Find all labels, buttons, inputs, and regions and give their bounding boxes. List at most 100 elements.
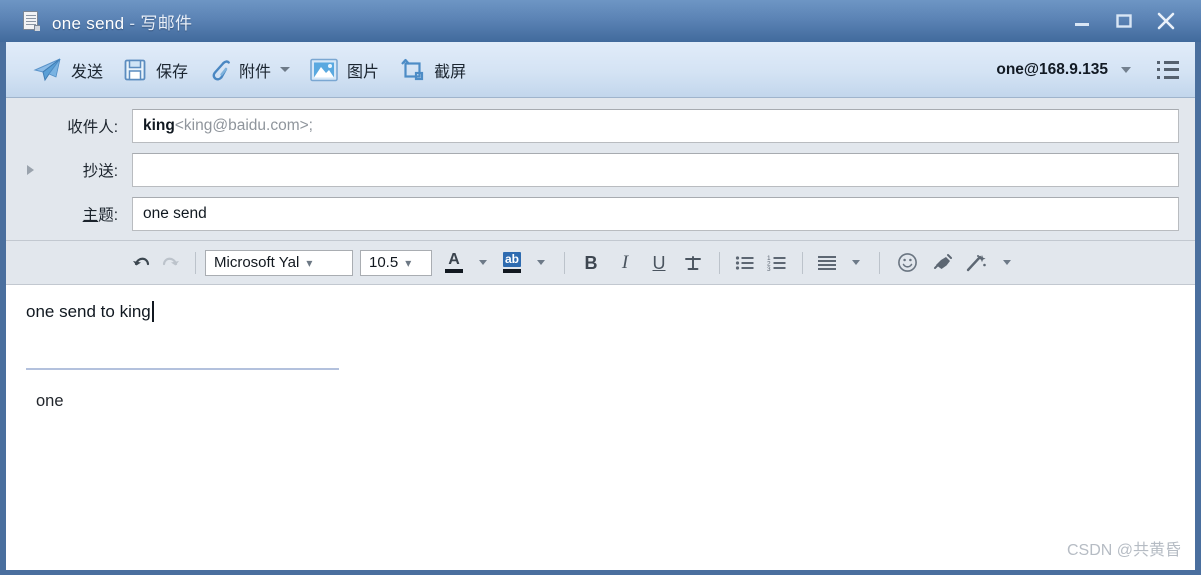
chevron-down-icon <box>479 260 487 265</box>
window-title-dash: - <box>129 13 136 33</box>
signature-divider <box>26 368 339 370</box>
highlight-glyph: ab <box>503 251 521 267</box>
redo-button[interactable] <box>156 248 186 278</box>
send-button[interactable]: 发送 <box>22 50 113 90</box>
text-cursor <box>151 301 154 322</box>
save-button-label: 保存 <box>156 63 189 81</box>
undo-arrow-icon <box>133 257 150 265</box>
font-color-button[interactable]: A <box>439 248 469 278</box>
subject-label-rest: 题: <box>98 207 118 224</box>
to-input[interactable]: king <king@baidu.com>; <box>132 109 1179 143</box>
window-title-main: one send <box>52 13 125 33</box>
chevron-down-icon: ▾ <box>405 255 412 270</box>
floppy-disk-icon <box>124 59 146 80</box>
send-button-label: 发送 <box>71 63 104 81</box>
subject-value: one send <box>143 205 207 222</box>
magic-wand-icon <box>966 254 986 271</box>
effects-dropdown[interactable] <box>993 248 1021 278</box>
cc-input[interactable] <box>132 153 1179 187</box>
effects-button[interactable] <box>961 248 993 278</box>
to-recipient-address: <king@baidu.com>; <box>174 117 313 134</box>
chevron-down-icon <box>1003 260 1011 265</box>
screenshot-button[interactable]: 截屏 <box>389 50 476 90</box>
stamp-icon <box>934 254 952 269</box>
subject-field-row: 主题: one send <box>6 197 1195 231</box>
cc-field-label: 抄送: <box>82 163 118 180</box>
underline-label: U <box>652 252 666 273</box>
italic-label: I <box>621 252 629 273</box>
subject-input[interactable]: one send <box>132 197 1179 231</box>
chevron-down-icon <box>852 260 860 265</box>
screenshot-crop-icon <box>401 58 424 80</box>
window-title-sub: 写邮件 <box>140 13 193 33</box>
bold-button[interactable]: B <box>574 248 608 278</box>
strikethrough-button[interactable] <box>676 248 710 278</box>
font-color-dropdown[interactable] <box>469 248 497 278</box>
close-button[interactable] <box>1145 6 1187 36</box>
main-toolbar: 发送 保存 附件 图片 截屏 one@168.9.135 <box>6 42 1195 98</box>
compose-mail-window: one send - 写邮件 发送 保存 附件 图片 截屏 one@168.9.… <box>0 0 1201 575</box>
body-text: one send to king <box>26 301 151 321</box>
account-email[interactable]: one@168.9.135 <box>996 61 1108 79</box>
font-family-value: Microsoft Yal <box>214 254 300 271</box>
font-color-icon: A <box>443 251 465 275</box>
formatbar-divider <box>195 251 196 274</box>
save-button[interactable]: 保存 <box>113 50 198 90</box>
screenshot-button-label: 截屏 <box>434 63 467 81</box>
redo-arrow-icon <box>162 257 179 265</box>
formatbar-divider <box>719 251 720 274</box>
paperclip-icon <box>212 59 230 80</box>
signature-text: one <box>36 392 64 410</box>
font-family-select[interactable]: Microsoft Yal ▾ <box>205 249 353 276</box>
font-size-value: 10.5 <box>369 254 399 271</box>
to-field-row: 收件人: king <king@baidu.com>; <box>6 109 1195 143</box>
cc-field-row: 抄送: <box>6 153 1195 187</box>
align-dropdown[interactable] <box>842 248 870 278</box>
emoji-smiley-icon <box>897 253 917 272</box>
account-area: one@168.9.135 <box>996 60 1195 79</box>
watermark: CSDN @共黄昏 <box>1066 542 1181 559</box>
title-bar: one send - 写邮件 <box>0 0 1201 42</box>
numbered-list-icon: 1 2 3 <box>767 255 786 272</box>
expand-triangle-icon[interactable] <box>20 165 40 175</box>
body-first-line: one send to king <box>26 301 1179 322</box>
minimize-button[interactable] <box>1061 6 1103 36</box>
chevron-down-icon <box>537 260 545 265</box>
subject-field-label: 主题: <box>40 203 132 225</box>
chevron-down-icon[interactable] <box>280 67 291 72</box>
formatting-toolbar: Microsoft Yal ▾ 10.5 ▾ A ab B I U 1 2 3 <box>6 241 1195 285</box>
stamp-button[interactable] <box>925 248 961 278</box>
highlight-color-button[interactable]: ab <box>497 248 527 278</box>
attachment-button-label: 附件 <box>239 63 272 81</box>
highlight-color-dropdown[interactable] <box>527 248 555 278</box>
list-menu-icon[interactable] <box>1157 60 1179 79</box>
italic-button[interactable]: I <box>608 248 642 278</box>
formatbar-divider <box>564 251 565 274</box>
align-paragraph-icon <box>818 255 836 270</box>
numbered-list-button[interactable]: 1 2 3 <box>761 248 793 278</box>
mail-body-editor[interactable]: one send to king one <box>6 285 1195 509</box>
strikethrough-icon <box>685 255 701 270</box>
to-recipient-name: king <box>143 117 175 134</box>
font-size-select[interactable]: 10.5 ▾ <box>360 249 432 276</box>
formatbar-divider <box>802 251 803 274</box>
align-button[interactable] <box>812 248 842 278</box>
chevron-down-icon[interactable] <box>1121 66 1131 73</box>
emoji-button[interactable] <box>889 248 925 278</box>
font-color-glyph: A <box>448 250 460 268</box>
window-title: one send - 写邮件 <box>52 9 192 34</box>
picture-button[interactable]: 图片 <box>300 50 389 90</box>
chevron-down-icon: ▾ <box>306 255 313 270</box>
undo-button[interactable] <box>126 248 156 278</box>
svg-text:3: 3 <box>767 266 771 272</box>
underline-button[interactable]: U <box>642 248 676 278</box>
document-icon <box>22 11 40 31</box>
bold-label: B <box>584 252 598 273</box>
window-controls <box>1061 0 1195 42</box>
bullet-list-button[interactable] <box>729 248 761 278</box>
maximize-button[interactable] <box>1103 6 1145 36</box>
picture-button-label: 图片 <box>347 63 380 81</box>
attachment-button[interactable]: 附件 <box>198 50 300 90</box>
subject-label-underlined: 主 <box>82 207 99 224</box>
paper-plane-icon <box>33 58 61 81</box>
